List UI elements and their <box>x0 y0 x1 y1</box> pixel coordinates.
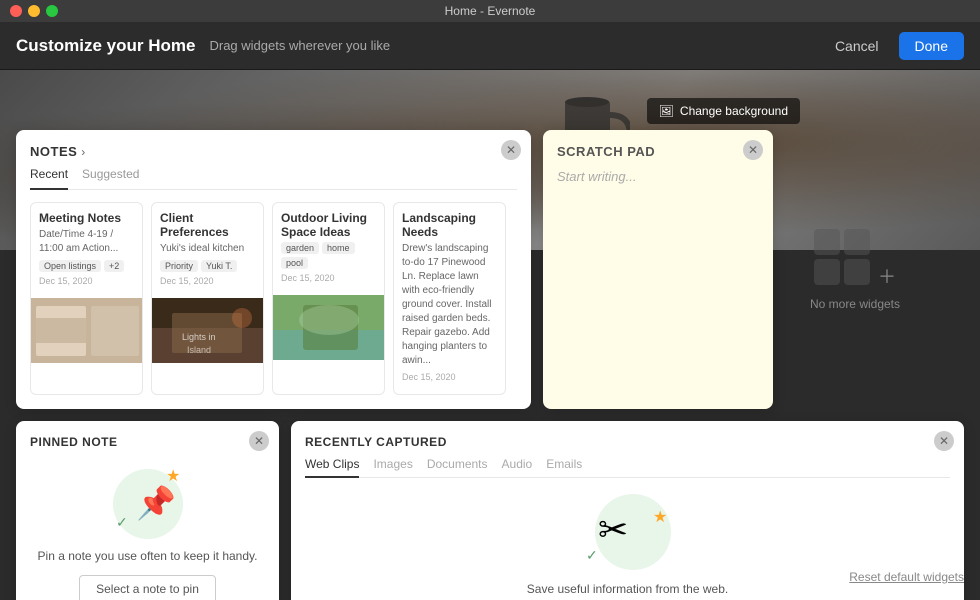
reset-default-widgets-link[interactable]: Reset default widgets <box>849 570 964 584</box>
svg-text:✓: ✓ <box>116 514 128 530</box>
note-title: Meeting Notes <box>39 211 134 225</box>
window-title: Home - Evernote <box>445 4 536 18</box>
note-body: Drew's landscaping to-do 17 Pinewood Ln.… <box>402 242 497 368</box>
note-tag: +2 <box>104 260 124 272</box>
notes-widget-title: NOTES <box>30 144 77 159</box>
recently-tab-images[interactable]: Images <box>373 457 412 471</box>
notes-grid: Meeting Notes Date/Time 4-19 / 11:00 am … <box>30 202 517 395</box>
scratch-pad-widget: ✕ SCRATCH PAD Start writing... <box>543 130 773 409</box>
recently-tab-documents[interactable]: Documents <box>427 457 488 471</box>
header: Customize your Home Drag widgets whereve… <box>0 22 980 70</box>
maximize-button[interactable] <box>46 5 58 17</box>
svg-text:★: ★ <box>653 509 667 526</box>
widget-icons-area: ＋ <box>814 229 896 289</box>
note-tag: garden <box>281 242 319 254</box>
recently-captured-title: RECENTLY CAPTURED <box>305 435 447 449</box>
widgets-top-row: NOTES › ✕ Recent Suggested Meeting Notes… <box>16 130 964 409</box>
note-tag: home <box>322 242 355 254</box>
recently-tabs: Web Clips Images Documents Audio Emails <box>305 457 950 478</box>
recently-close-button[interactable]: ✕ <box>934 431 954 451</box>
note-date: Dec 15, 2020 <box>160 276 255 286</box>
recently-tab-audio[interactable]: Audio <box>502 457 533 471</box>
widget-icon-box <box>814 229 840 255</box>
note-tags: Open listings +2 <box>39 260 134 272</box>
note-tag: pool <box>281 257 308 269</box>
note-image <box>31 298 142 363</box>
note-date: Dec 15, 2020 <box>39 276 134 286</box>
notes-arrow-icon: › <box>81 145 85 159</box>
image-icon: 🖼 <box>659 104 674 118</box>
header-subtitle: Drag widgets wherever you like <box>209 38 824 53</box>
note-tag: Open listings <box>39 260 101 272</box>
cancel-button[interactable]: Cancel <box>825 33 889 59</box>
note-title: Landscaping Needs <box>402 211 497 239</box>
scratch-pad-placeholder[interactable]: Start writing... <box>557 169 759 329</box>
recently-illustration: ✂ ★ ✓ <box>578 492 678 572</box>
note-tag: Priority <box>160 260 198 272</box>
main-area: 🖼 Change background NOTES › ✕ Recent Sug… <box>0 70 980 600</box>
notes-widget: NOTES › ✕ Recent Suggested Meeting Notes… <box>16 130 531 409</box>
svg-text:📌: 📌 <box>136 484 176 521</box>
select-note-button[interactable]: Select a note to pin <box>79 575 216 600</box>
note-card[interactable]: Client Preferences Yuki's ideal kitchen … <box>151 202 264 395</box>
notes-tab-recent[interactable]: Recent <box>30 167 68 190</box>
notes-close-button[interactable]: ✕ <box>501 140 521 160</box>
recently-captured-description: Save useful information from the web. <box>527 580 728 598</box>
notes-tabs: Recent Suggested <box>30 167 517 190</box>
no-more-widgets-label: No more widgets <box>810 297 900 311</box>
note-card-content: Landscaping Needs Drew's landscaping to-… <box>394 203 505 394</box>
pinned-close-button[interactable]: ✕ <box>249 431 269 451</box>
no-more-widgets-area: ＋ No more widgets <box>785 130 925 409</box>
page-title: Customize your Home <box>16 36 195 56</box>
widget-icon-box <box>844 259 870 285</box>
svg-text:★: ★ <box>166 468 180 485</box>
svg-text:✂: ✂ <box>598 509 628 550</box>
done-button[interactable]: Done <box>899 32 964 60</box>
minimize-button[interactable] <box>28 5 40 17</box>
widgets-area: NOTES › ✕ Recent Suggested Meeting Notes… <box>0 130 980 600</box>
svg-text:Lights in: Lights in <box>182 332 216 342</box>
note-title: Client Preferences <box>160 211 255 239</box>
note-title: Outdoor Living Space Ideas <box>281 211 376 239</box>
note-body: Date/Time 4-19 / 11:00 am Action... <box>39 228 134 256</box>
note-card-content: Outdoor Living Space Ideas garden home p… <box>273 203 384 295</box>
svg-text:✓: ✓ <box>586 547 598 563</box>
note-date: Dec 15, 2020 <box>402 372 497 382</box>
change-background-label: Change background <box>680 104 788 118</box>
note-tag: Yuki T. <box>201 260 237 272</box>
scratch-close-button[interactable]: ✕ <box>743 140 763 160</box>
notes-tab-suggested[interactable]: Suggested <box>82 167 139 183</box>
note-image <box>273 295 384 360</box>
pinned-illustration: 📌 ★ ✓ <box>108 459 188 539</box>
note-card[interactable]: Landscaping Needs Drew's landscaping to-… <box>393 202 506 395</box>
note-card[interactable]: Outdoor Living Space Ideas garden home p… <box>272 202 385 395</box>
close-button[interactable] <box>10 5 22 17</box>
widget-icon-box <box>814 259 840 285</box>
pinned-note-title: PINNED NOTE <box>30 435 118 449</box>
widgets-bottom-row: ✕ PINNED NOTE 📌 ★ ✓ Pin a note you use o… <box>16 421 964 600</box>
note-card-content: Meeting Notes Date/Time 4-19 / 11:00 am … <box>31 203 142 298</box>
notes-widget-header: NOTES › <box>30 144 517 159</box>
scratch-pad-title: SCRATCH PAD <box>557 144 759 159</box>
note-date: Dec 15, 2020 <box>281 273 376 283</box>
pinned-note-widget: ✕ PINNED NOTE 📌 ★ ✓ Pin a note you use o… <box>16 421 279 600</box>
note-card-content: Client Preferences Yuki's ideal kitchen … <box>152 203 263 298</box>
widget-icons-grid <box>814 229 870 285</box>
recently-header-row: RECENTLY CAPTURED <box>305 435 950 449</box>
change-background-button[interactable]: 🖼 Change background <box>647 98 800 124</box>
note-card[interactable]: Meeting Notes Date/Time 4-19 / 11:00 am … <box>30 202 143 395</box>
note-body: Yuki's ideal kitchen <box>160 242 255 256</box>
note-image: Lights in Island <box>152 298 263 363</box>
note-tags: Priority Yuki T. <box>160 260 255 272</box>
titlebar: Home - Evernote <box>0 0 980 22</box>
window-controls <box>10 5 58 17</box>
widget-icon-box <box>844 229 870 255</box>
pinned-note-description: Pin a note you use often to keep it hand… <box>38 547 258 565</box>
note-tags: garden home pool <box>281 242 376 269</box>
recently-tab-webclips[interactable]: Web Clips <box>305 457 359 478</box>
svg-text:Island: Island <box>187 345 211 355</box>
recently-tab-emails[interactable]: Emails <box>546 457 582 471</box>
add-icon: ＋ <box>878 263 896 289</box>
header-actions: Cancel Done <box>825 32 964 60</box>
